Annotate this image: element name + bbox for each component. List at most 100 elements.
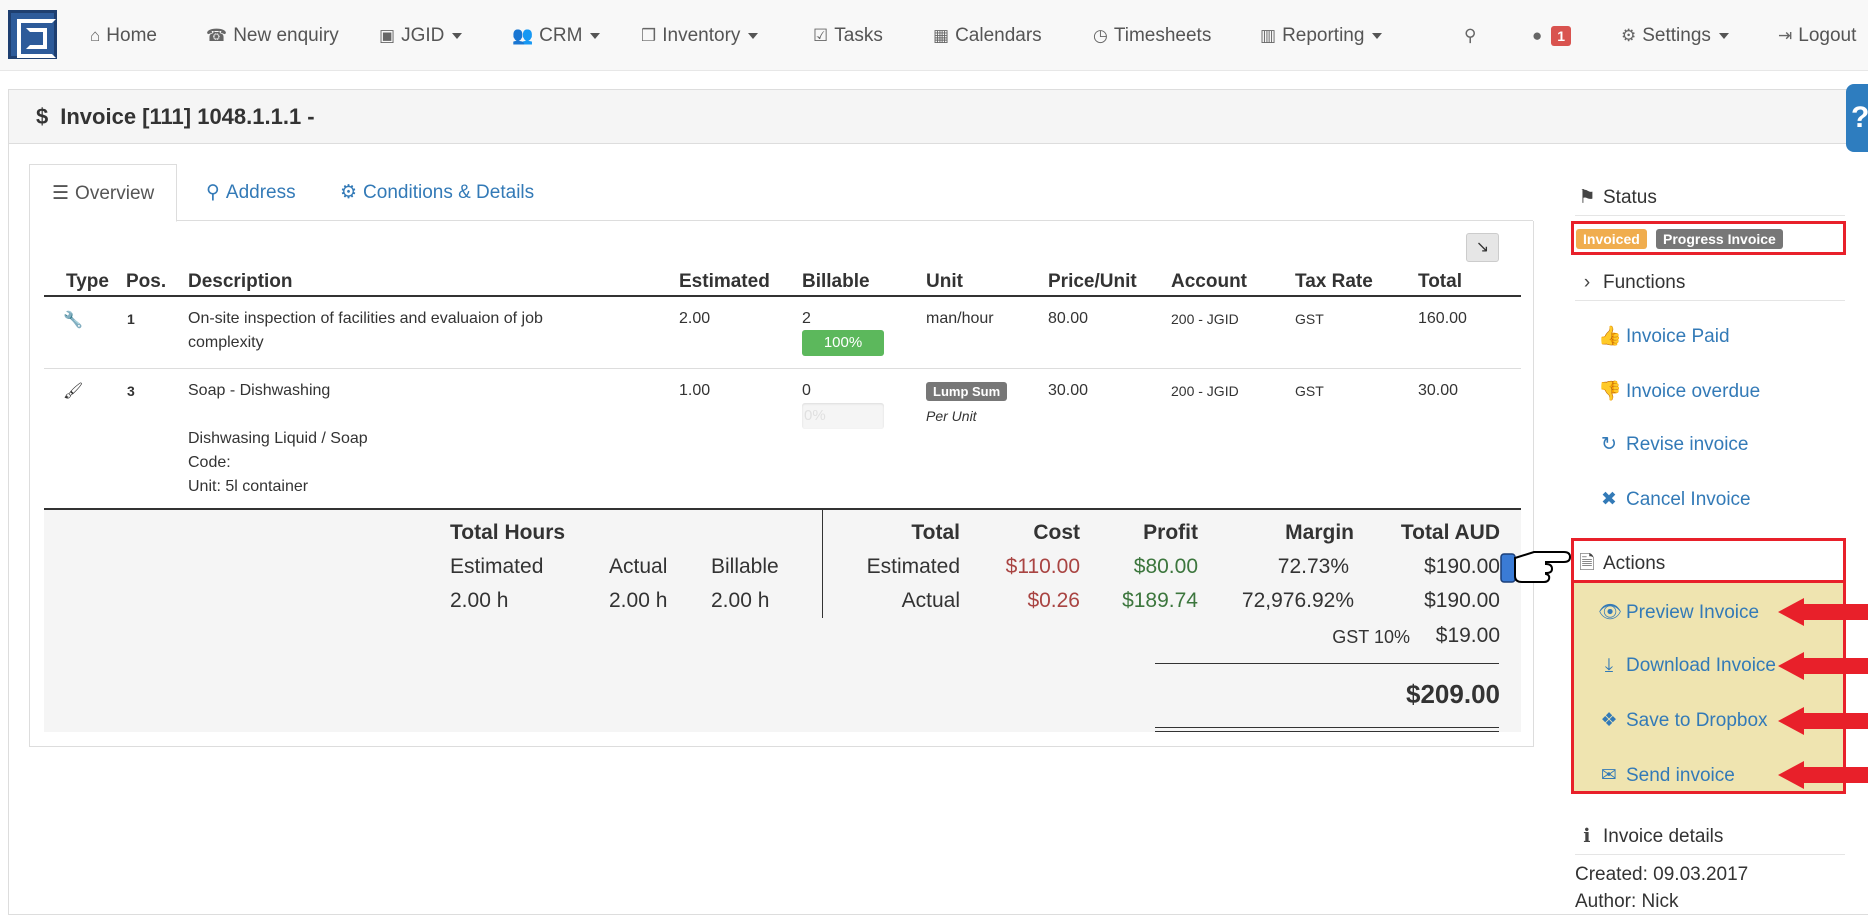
fin-header-cost: Cost: [1033, 521, 1080, 544]
actual-profit: $189.74: [1122, 589, 1198, 612]
col-header-pos[interactable]: Pos.: [126, 271, 166, 293]
nav-settings[interactable]: ⚙ Settings: [1621, 0, 1729, 71]
row1-billable: 2: [802, 310, 811, 327]
row2-unit-sub: Per Unit: [926, 408, 977, 424]
nav-new-enquiry[interactable]: ☎ New enquiry: [206, 0, 339, 71]
col-header-total[interactable]: Total: [1418, 271, 1462, 293]
send-invoice-link[interactable]: ✉ Send invoice: [1598, 764, 1735, 787]
nav-logout[interactable]: ⇥ Logout: [1778, 0, 1856, 71]
cogs-icon: ⚙: [340, 182, 358, 203]
nav-crm[interactable]: 👥 CRM: [512, 0, 601, 71]
app-logo[interactable]: [8, 10, 57, 59]
col-header-type[interactable]: Type: [66, 271, 109, 293]
cancel-invoice-link[interactable]: ✖ Cancel Invoice: [1598, 488, 1751, 511]
download-invoice-link[interactable]: ⤓ Download Invoice: [1598, 655, 1776, 677]
send-invoice-label: Send invoice: [1626, 765, 1735, 786]
estimated-total-aud: $190.00: [1424, 555, 1500, 578]
preview-invoice-label: Preview Invoice: [1626, 602, 1760, 623]
globe-icon: ●: [1532, 26, 1543, 45]
row1-billable-progress: 100%: [802, 330, 884, 356]
wrench-icon: 🔧: [63, 312, 83, 329]
nav-search[interactable]: ⚲: [1464, 0, 1482, 71]
download-icon: ⤓: [1604, 655, 1614, 676]
total-hours-title: Total Hours: [450, 521, 566, 544]
invoice-overdue-link[interactable]: 👎 Invoice overdue: [1598, 379, 1760, 403]
tab-address[interactable]: ⚲ Address: [206, 164, 296, 221]
col-header-tax-rate[interactable]: Tax Rate: [1295, 271, 1373, 293]
total-double-rule-1: [1155, 727, 1499, 728]
hours-estimated-label: Estimated: [450, 555, 544, 578]
revise-invoice-link[interactable]: ↻ Revise invoice: [1598, 433, 1748, 456]
nav-inventory[interactable]: ❒ Inventory: [641, 0, 759, 71]
invoice-paid-label: Invoice Paid: [1626, 326, 1730, 347]
compress-button[interactable]: ↘: [1466, 233, 1499, 262]
col-header-estimated[interactable]: Estimated: [679, 271, 770, 293]
users-icon: 👥: [512, 26, 534, 45]
tag-icon: ⚑: [1578, 187, 1596, 208]
red-arrow-annotation: [1778, 598, 1868, 626]
help-icon: ?: [1851, 101, 1868, 134]
thumbs-up-icon: 👍: [1598, 326, 1622, 347]
row2-account: 200 - JGID: [1171, 383, 1239, 399]
col-header-billable[interactable]: Billable: [802, 271, 870, 293]
nav-home[interactable]: ⌂ Home: [90, 0, 157, 71]
tab-conditions[interactable]: ⚙ Conditions & Details: [340, 164, 534, 221]
created-date: Created: 09.03.2017: [1575, 864, 1749, 885]
row-divider: [44, 368, 1521, 369]
nav-settings-label: Settings: [1642, 25, 1711, 46]
row1-pos: 1: [127, 311, 135, 327]
row2-description-line1: Dishwasing Liquid / Soap: [188, 430, 368, 447]
nav-notifications[interactable]: ● 1: [1532, 0, 1572, 71]
red-arrow-annotation: [1778, 707, 1868, 735]
total-double-rule-2: [1155, 731, 1499, 732]
home-icon: ⌂: [90, 26, 101, 45]
nav-inventory-label: Inventory: [662, 25, 741, 46]
hours-estimated-value: 2.00 h: [450, 589, 509, 612]
row2-total: 30.00: [1418, 382, 1459, 399]
help-tab[interactable]: ?: [1846, 84, 1868, 152]
status-title: Status: [1603, 187, 1657, 208]
nav-jgid-label: JGID: [401, 25, 445, 46]
fin-header-margin: Margin: [1285, 521, 1354, 544]
nav-jgid[interactable]: ▣ JGID: [379, 0, 463, 71]
preview-invoice-link[interactable]: 👁 Preview Invoice: [1598, 600, 1759, 624]
col-header-account[interactable]: Account: [1171, 271, 1247, 293]
tab-overview[interactable]: ☰ Overview: [29, 164, 178, 222]
chevron-down-icon: [748, 32, 759, 39]
nav-calendars[interactable]: ▦ Calendars: [933, 0, 1042, 71]
dollar-icon: $: [36, 104, 49, 129]
chevron-down-icon: [590, 32, 601, 39]
total-rule: [1155, 663, 1499, 664]
invoice-paid-link[interactable]: 👍 Invoice Paid: [1598, 324, 1730, 348]
header-divider: [44, 295, 1521, 297]
row1-description: On-site inspection of facilities and eva…: [188, 310, 543, 351]
actions-title: Actions: [1603, 553, 1666, 574]
actual-cost: $0.26: [1027, 589, 1080, 612]
save-to-dropbox-link[interactable]: ❖ Save to Dropbox: [1598, 709, 1767, 732]
col-header-unit[interactable]: Unit: [926, 271, 963, 293]
nav-timesheets-label: Timesheets: [1113, 25, 1212, 46]
nav-home-label: Home: [106, 25, 157, 46]
col-header-description[interactable]: Description: [188, 271, 293, 293]
row2-description-line3: Unit: 5l container: [188, 478, 309, 495]
status-heading: ⚑ Status: [1575, 186, 1845, 216]
fin-header-total-aud: Total AUD: [1400, 521, 1500, 544]
nav-reporting[interactable]: ▥ Reporting: [1260, 0, 1383, 71]
bar-chart-icon: ▥: [1260, 26, 1277, 45]
envelope-icon: ✉: [1601, 765, 1617, 786]
nav-calendars-label: Calendars: [955, 25, 1042, 46]
brush-icon: 🖌: [63, 383, 84, 400]
functions-title: Functions: [1603, 272, 1686, 293]
nav-tasks[interactable]: ☑ Tasks: [813, 0, 883, 71]
col-header-price-unit[interactable]: Price/Unit: [1048, 271, 1137, 293]
functions-heading[interactable]: › Functions: [1575, 272, 1845, 301]
chevron-down-icon: [1718, 32, 1729, 39]
actual-row-label: Actual: [901, 589, 960, 612]
actions-heading: 🗎 Actions: [1575, 549, 1845, 587]
row2-pos: 3: [127, 383, 135, 399]
nav-logout-label: Logout: [1798, 25, 1857, 46]
download-invoice-label: Download Invoice: [1626, 655, 1776, 676]
file-pdf-icon: 🗎: [1579, 553, 1595, 574]
tax-value: $19.00: [1435, 624, 1500, 647]
nav-timesheets[interactable]: ◷ Timesheets: [1093, 0, 1211, 71]
